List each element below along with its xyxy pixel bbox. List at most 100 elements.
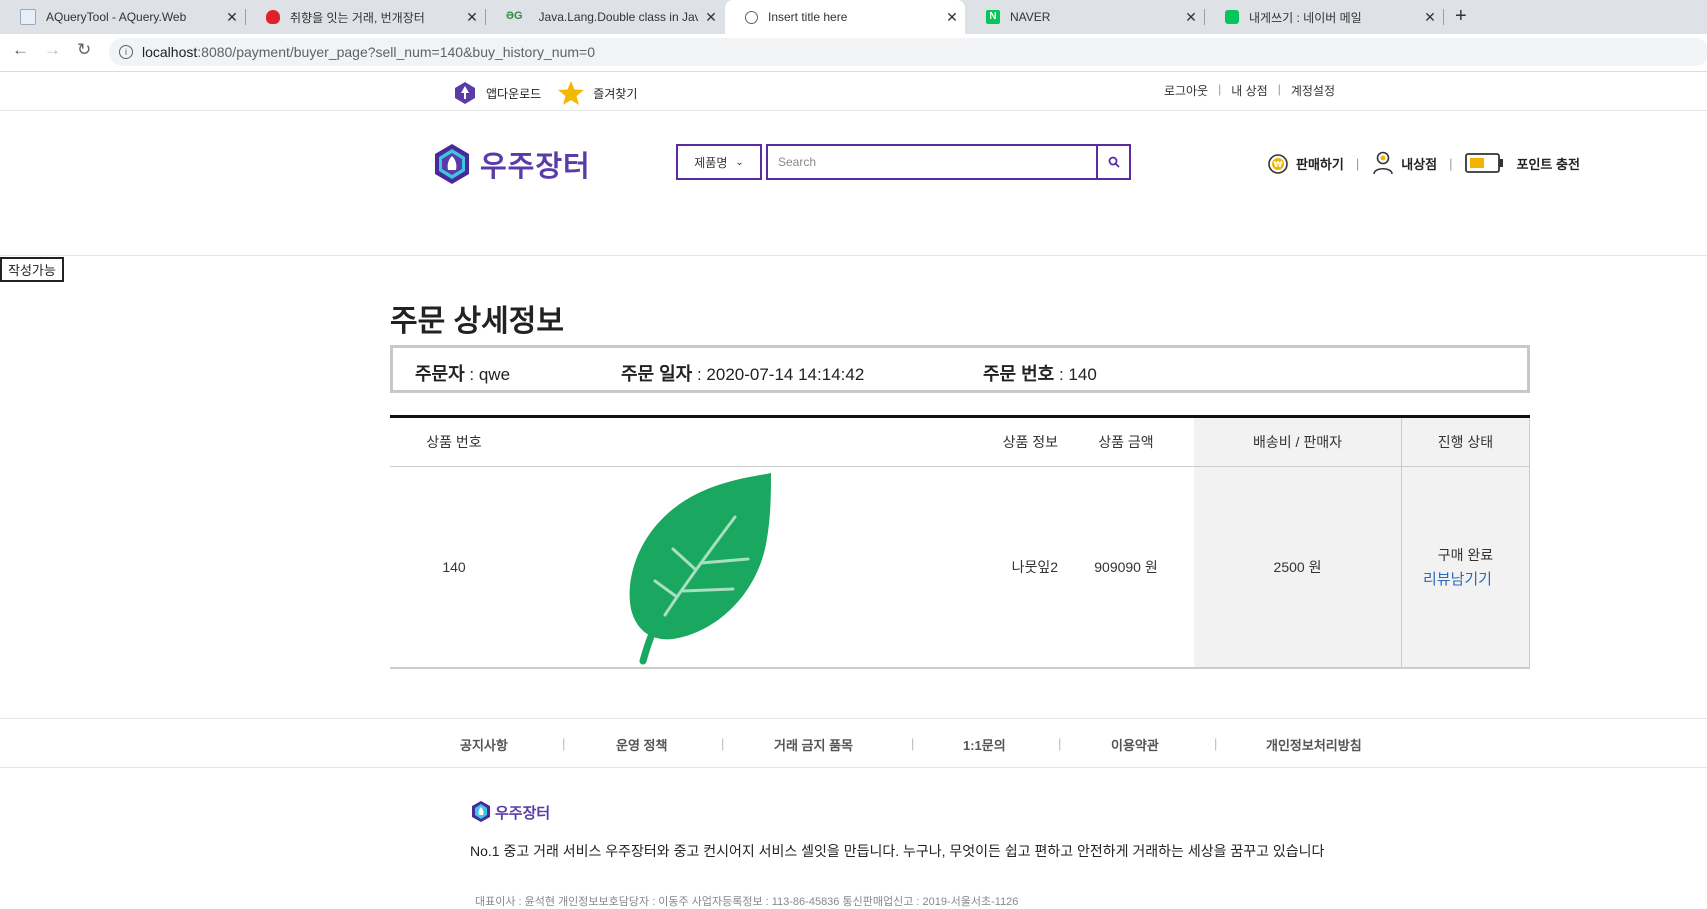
close-icon[interactable]: ✕ (459, 9, 485, 26)
logo-icon (435, 144, 469, 184)
cell-product-name: 나뭇잎2 (1011, 559, 1058, 575)
browser-tab[interactable]: 취향을 잇는 거래, 번개장터 ✕ (246, 0, 485, 34)
header-divider (0, 255, 1707, 256)
product-image[interactable] (518, 467, 858, 667)
browser-tab[interactable]: N NAVER ✕ (966, 0, 1204, 34)
browser-tab-active[interactable]: Insert title here ✕ (725, 0, 965, 34)
review-link[interactable]: 리뷰남기기 (1423, 568, 1492, 589)
star-icon (558, 81, 585, 105)
svg-text:₩: ₩ (1274, 160, 1283, 169)
url-input[interactable]: i localhost:8080/payment/buyer_page?sell… (109, 38, 1707, 66)
address-bar: ← → ↻ i localhost:8080/payment/buyer_pag… (0, 34, 1707, 72)
point-charge-link[interactable]: 포인트 충전 (1464, 151, 1580, 175)
back-arrow-icon[interactable]: ← (12, 40, 29, 60)
close-icon[interactable]: ✕ (1417, 9, 1443, 26)
order-date-field: 주문 일자 : 2020-07-14 14:14:42 (621, 360, 864, 386)
won-coin-icon: ₩ (1268, 154, 1288, 174)
app-download-icon (455, 82, 475, 104)
footer-link-prohibited[interactable]: 거래 금지 품목 (774, 735, 853, 754)
order-number-field: 주문 번호 : 140 (983, 360, 1097, 386)
site-top-strip: 앱다운로드 즐겨찾기 로그아웃 | 내 상점 | 계정설정 (0, 72, 1707, 111)
order-date-value: : 2020-07-14 14:14:42 (692, 365, 865, 384)
leaf-image (629, 473, 771, 665)
browser-tab[interactable]: ƏG Java.Lang.Double class in Java - ✕ (486, 0, 724, 34)
order-table: 상품 번호 상품 정보 상품 금액 배송비 / 판매자 진행 상태 140 나뭇… (390, 415, 1530, 669)
battery-icon (1464, 153, 1503, 173)
url-host: localhost (142, 44, 198, 60)
order-date-label: 주문 일자 (621, 364, 693, 384)
app-download-link[interactable]: 앱다운로드 (486, 85, 541, 102)
footer-description: No.1 중고 거래 서비스 우주장터와 중고 컨시어지 서비스 셀잇을 만듭니… (470, 843, 1325, 859)
browser-tab[interactable]: 내게쓰기 : 네이버 메일 ✕ (1205, 0, 1443, 34)
header-price: 상품 금액 (1098, 434, 1154, 450)
order-number-label: 주문 번호 (983, 364, 1055, 384)
logo-text: 우주장터 (480, 151, 591, 183)
browser-tab[interactable]: AQueryTool - AQuery.Web ✕ (0, 0, 245, 34)
search-button[interactable] (1096, 144, 1131, 180)
browser-tab-title: Java.Lang.Double class in Java - (538, 10, 698, 24)
url-path: :8080/payment/buyer_page?sell_num=140&bu… (197, 44, 595, 60)
separator: | (1449, 155, 1453, 171)
page-title: 주문 상세정보 (390, 305, 564, 338)
browser-tab-title: 취향을 잇는 거래, 번개장터 (290, 10, 425, 25)
separator: | (911, 736, 915, 751)
header-product-no: 상품 번호 (426, 434, 482, 450)
footer-link-terms[interactable]: 이용약관 (1111, 735, 1159, 754)
new-tab-icon[interactable]: + (1455, 5, 1467, 28)
globe-icon (745, 10, 758, 24)
search-placeholder: Search (778, 155, 817, 169)
gfg-icon: ƏG (506, 10, 523, 22)
forward-arrow-icon[interactable]: → (44, 40, 61, 60)
site-logo[interactable]: 우주장터 (430, 142, 591, 186)
info-icon[interactable]: i (119, 45, 133, 59)
header-status: 진행 상태 (1402, 418, 1530, 466)
naver-icon: N (986, 10, 1000, 24)
chevron-down-icon: ⌄ (735, 156, 744, 168)
writable-button[interactable]: 작성가능 (0, 257, 64, 282)
close-icon[interactable]: ✕ (698, 9, 724, 26)
search-category-value: 제품명 (694, 155, 728, 170)
my-store-label: 내상점 (1401, 156, 1438, 172)
account-settings-link[interactable]: 계정설정 (1291, 82, 1335, 99)
close-icon[interactable]: ✕ (219, 9, 245, 26)
logout-link[interactable]: 로그아웃 (1164, 82, 1208, 99)
separator: | (1058, 736, 1062, 751)
separator: | (721, 736, 725, 751)
cell-product-no: 140 (442, 559, 466, 575)
header-shipping-seller: 배송비 / 판매자 (1194, 418, 1402, 466)
my-store-link[interactable]: 내상점 (1371, 150, 1437, 176)
sell-label: 판매하기 (1296, 156, 1344, 172)
separator: | (1277, 82, 1281, 96)
footer-link-inquiry[interactable]: 1:1문의 (963, 735, 1006, 754)
search-input[interactable]: Search (766, 144, 1096, 180)
footer-link-policy[interactable]: 운영 정책 (616, 735, 667, 754)
footer-link-privacy[interactable]: 개인정보처리방침 (1266, 735, 1362, 754)
reload-icon[interactable]: ↻ (77, 40, 91, 60)
browser-tab-title: NAVER (1010, 10, 1051, 24)
search-category-select[interactable]: 제품명 ⌄ (676, 144, 762, 180)
user-icon (1373, 151, 1394, 175)
separator: | (1218, 82, 1222, 96)
separator: | (1214, 736, 1218, 751)
cell-price: 909090 원 (1094, 559, 1158, 575)
sell-link[interactable]: ₩ 판매하기 (1266, 151, 1344, 175)
status-text: 구매 완료 (1437, 547, 1494, 563)
header-product-info: 상품 정보 (1002, 434, 1058, 450)
bunjang-icon (266, 10, 280, 24)
cell-shipping: 2500 원 (1194, 467, 1402, 667)
footer-logo: 우주장터 (470, 800, 550, 824)
close-icon[interactable]: ✕ (1178, 9, 1204, 26)
cell-status: 구매 완료 리뷰남기기 (1402, 467, 1530, 667)
search-bar: 제품명 ⌄ Search (676, 144, 1131, 180)
separator: | (562, 736, 566, 751)
order-summary-box: 주문자 : qwe 주문 일자 : 2020-07-14 14:14:42 주문… (390, 345, 1530, 393)
close-icon[interactable]: ✕ (939, 9, 965, 26)
orderer-field: 주문자 : qwe (415, 360, 510, 386)
footer-link-notice[interactable]: 공지사항 (460, 735, 508, 754)
browser-tab-title: AQueryTool - AQuery.Web (46, 10, 187, 24)
favorites-link[interactable]: 즐겨찾기 (593, 85, 637, 102)
my-shop-link[interactable]: 내 상점 (1231, 82, 1267, 99)
footer-nav: 공지사항 | 운영 정책 | 거래 금지 품목 | 1:1문의 | 이용약관 |… (0, 718, 1707, 768)
table-header-row: 상품 번호 상품 정보 상품 금액 배송비 / 판매자 진행 상태 (390, 418, 1530, 467)
point-charge-label: 포인트 충전 (1516, 156, 1580, 172)
